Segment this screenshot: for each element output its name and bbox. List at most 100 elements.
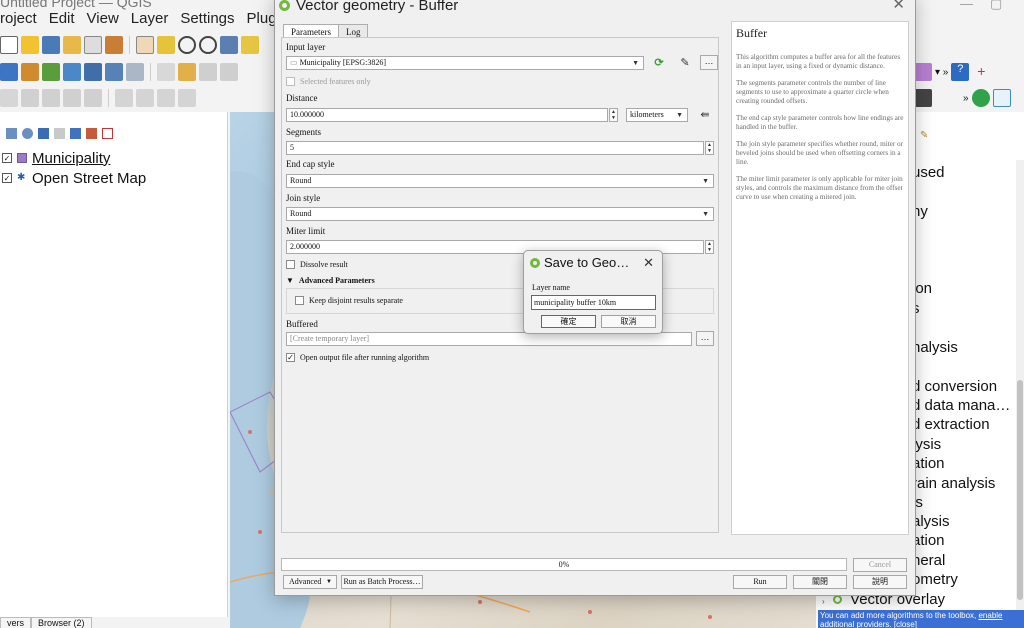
distance-unit-select[interactable]: kilometers ▼ [626, 108, 688, 122]
run-button[interactable]: Run [733, 575, 787, 589]
toolbox-settings-icon[interactable]: ✎ [920, 130, 928, 141]
save-as-icon[interactable] [63, 36, 81, 54]
add-vector-icon[interactable] [42, 63, 60, 81]
field-calculator-icon[interactable] [136, 89, 154, 107]
buffered-output-input[interactable]: [Create temporary layer] [286, 332, 692, 346]
identify-icon[interactable] [0, 89, 18, 107]
toolbox-group[interactable]: d data mana… [912, 397, 1010, 414]
collapse-triangle-icon[interactable]: ▼ [286, 276, 294, 285]
layer-styling-icon[interactable] [992, 89, 1011, 107]
select-expression-icon[interactable] [42, 89, 60, 107]
toolbox-scrollbar[interactable] [1016, 160, 1024, 610]
remove-layer-icon[interactable] [102, 128, 113, 139]
layer-visibility-checkbox[interactable]: ✓ [2, 153, 12, 163]
new-project-icon[interactable] [0, 36, 18, 54]
layer-row-osm[interactable]: ✓ ✱ Open Street Map [2, 168, 146, 188]
layer-name[interactable]: Open Street Map [32, 170, 146, 187]
visibility-icon[interactable] [22, 128, 33, 139]
open-project-icon[interactable] [21, 36, 39, 54]
toolbox-group[interactable]: rain analysis [912, 475, 995, 492]
layer-name[interactable]: Municipality [32, 150, 110, 167]
style-manager-icon[interactable] [105, 36, 123, 54]
toolbox-group[interactable]: d extraction [912, 416, 990, 433]
minimize-icon[interactable]: — [960, 0, 973, 11]
layer-row-municipality[interactable]: ✓ Municipality [2, 148, 110, 168]
new-layer-icon[interactable] [21, 63, 39, 81]
menu-view[interactable]: View [87, 10, 119, 30]
toolbox-group[interactable]: d conversion [912, 378, 997, 395]
distance-spinner[interactable]: ▲ ▼ [609, 108, 618, 122]
batch-process-button[interactable]: Run as Batch Process… [341, 575, 423, 589]
chevron-down-icon[interactable]: ▾ » [935, 67, 948, 78]
layer-name-input[interactable]: municipality buffer 10km [531, 295, 656, 310]
attribute-table-icon[interactable] [115, 89, 133, 107]
input-layer-select[interactable]: ▭ Municipality [EPSG:3826] ▼ [286, 56, 644, 70]
toolbox-group[interactable]: used [912, 164, 945, 181]
add-database-icon[interactable] [84, 63, 102, 81]
annotation-icon[interactable] [178, 89, 196, 107]
scrollbar-thumb[interactable] [1017, 380, 1023, 600]
digitize-icon[interactable] [157, 63, 175, 81]
maximize-icon[interactable]: ▢ [990, 0, 1002, 12]
close-icon[interactable]: ✕ [892, 0, 905, 13]
browse-input-button[interactable]: … [700, 55, 718, 70]
segments-input[interactable]: 5 [286, 141, 704, 155]
pan-icon[interactable] [136, 36, 154, 54]
toolbox-group[interactable]: ation [912, 455, 945, 472]
dissolve-checkbox[interactable] [286, 260, 295, 269]
statistics-icon[interactable] [157, 89, 175, 107]
advanced-menu-button[interactable]: Advanced ▼ [283, 575, 337, 589]
add-raster-icon[interactable] [63, 63, 81, 81]
menu-project[interactable]: roject [0, 10, 37, 30]
menu-edit[interactable]: Edit [49, 10, 75, 30]
data-source-manager-icon[interactable] [0, 63, 18, 81]
measure-icon[interactable] [84, 89, 102, 107]
add-feature-icon[interactable] [220, 63, 238, 81]
miter-limit-spinner[interactable]: ▲ ▼ [705, 240, 714, 254]
collapse-all-icon[interactable] [86, 128, 97, 139]
menu-settings[interactable]: Settings [180, 10, 234, 30]
processing-icon[interactable] [914, 89, 932, 107]
share-icon[interactable] [971, 89, 990, 107]
more-icon[interactable]: » [963, 93, 969, 104]
profile-tool-icon[interactable] [914, 63, 932, 81]
tab-layers[interactable]: vers [0, 617, 32, 628]
pencil-icon[interactable] [178, 63, 196, 81]
keep-disjoint-checkbox[interactable] [295, 296, 304, 305]
filter-icon[interactable] [38, 128, 49, 139]
toolbox-group[interactable]: ometry [912, 571, 958, 588]
save-edits-icon[interactable] [199, 63, 217, 81]
help-icon[interactable]: ? [951, 63, 970, 81]
ok-button[interactable]: 確定 [541, 315, 596, 328]
zoom-selection-icon[interactable] [241, 36, 259, 54]
deselect-icon[interactable] [63, 89, 81, 107]
end-cap-select[interactable]: Round ▼ [286, 174, 714, 188]
join-style-select[interactable]: Round ▼ [286, 207, 714, 221]
tab-browser[interactable]: Browser (2) [31, 617, 92, 628]
expand-all-icon[interactable] [70, 128, 81, 139]
segments-spinner[interactable]: ▲ ▼ [705, 141, 714, 155]
open-styling-icon[interactable] [6, 128, 17, 139]
filter-legend-icon[interactable] [54, 128, 65, 139]
toolbox-group[interactable]: alysis [912, 513, 950, 530]
zoom-in-icon[interactable] [178, 36, 196, 54]
add-wms-icon[interactable] [105, 63, 123, 81]
toolbox-group[interactable]: nalysis [912, 339, 958, 356]
iterate-icon[interactable]: ⟳ [650, 55, 668, 71]
crosshair-icon[interactable]: + [972, 63, 990, 81]
open-output-checkbox[interactable]: ✓ [286, 353, 295, 362]
toolbox-group[interactable]: neral [912, 552, 945, 569]
close-notification-link[interactable]: [close] [894, 620, 917, 628]
cancel-button[interactable]: 取消 [601, 315, 656, 328]
close-button[interactable]: 關閉 [793, 575, 847, 589]
layer-visibility-checkbox[interactable]: ✓ [2, 173, 12, 183]
save-project-icon[interactable] [42, 36, 60, 54]
buffered-output-browse-button[interactable]: … [696, 331, 714, 346]
chevron-right-icon[interactable]: › [822, 597, 825, 606]
selected-only-checkbox[interactable] [286, 77, 295, 86]
help-button[interactable]: 說明 [853, 575, 907, 589]
data-defined-override-icon[interactable]: ⇚ [696, 107, 714, 123]
menu-layer[interactable]: Layer [131, 10, 169, 30]
zoom-out-icon[interactable] [199, 36, 217, 54]
add-wfs-icon[interactable] [126, 63, 144, 81]
